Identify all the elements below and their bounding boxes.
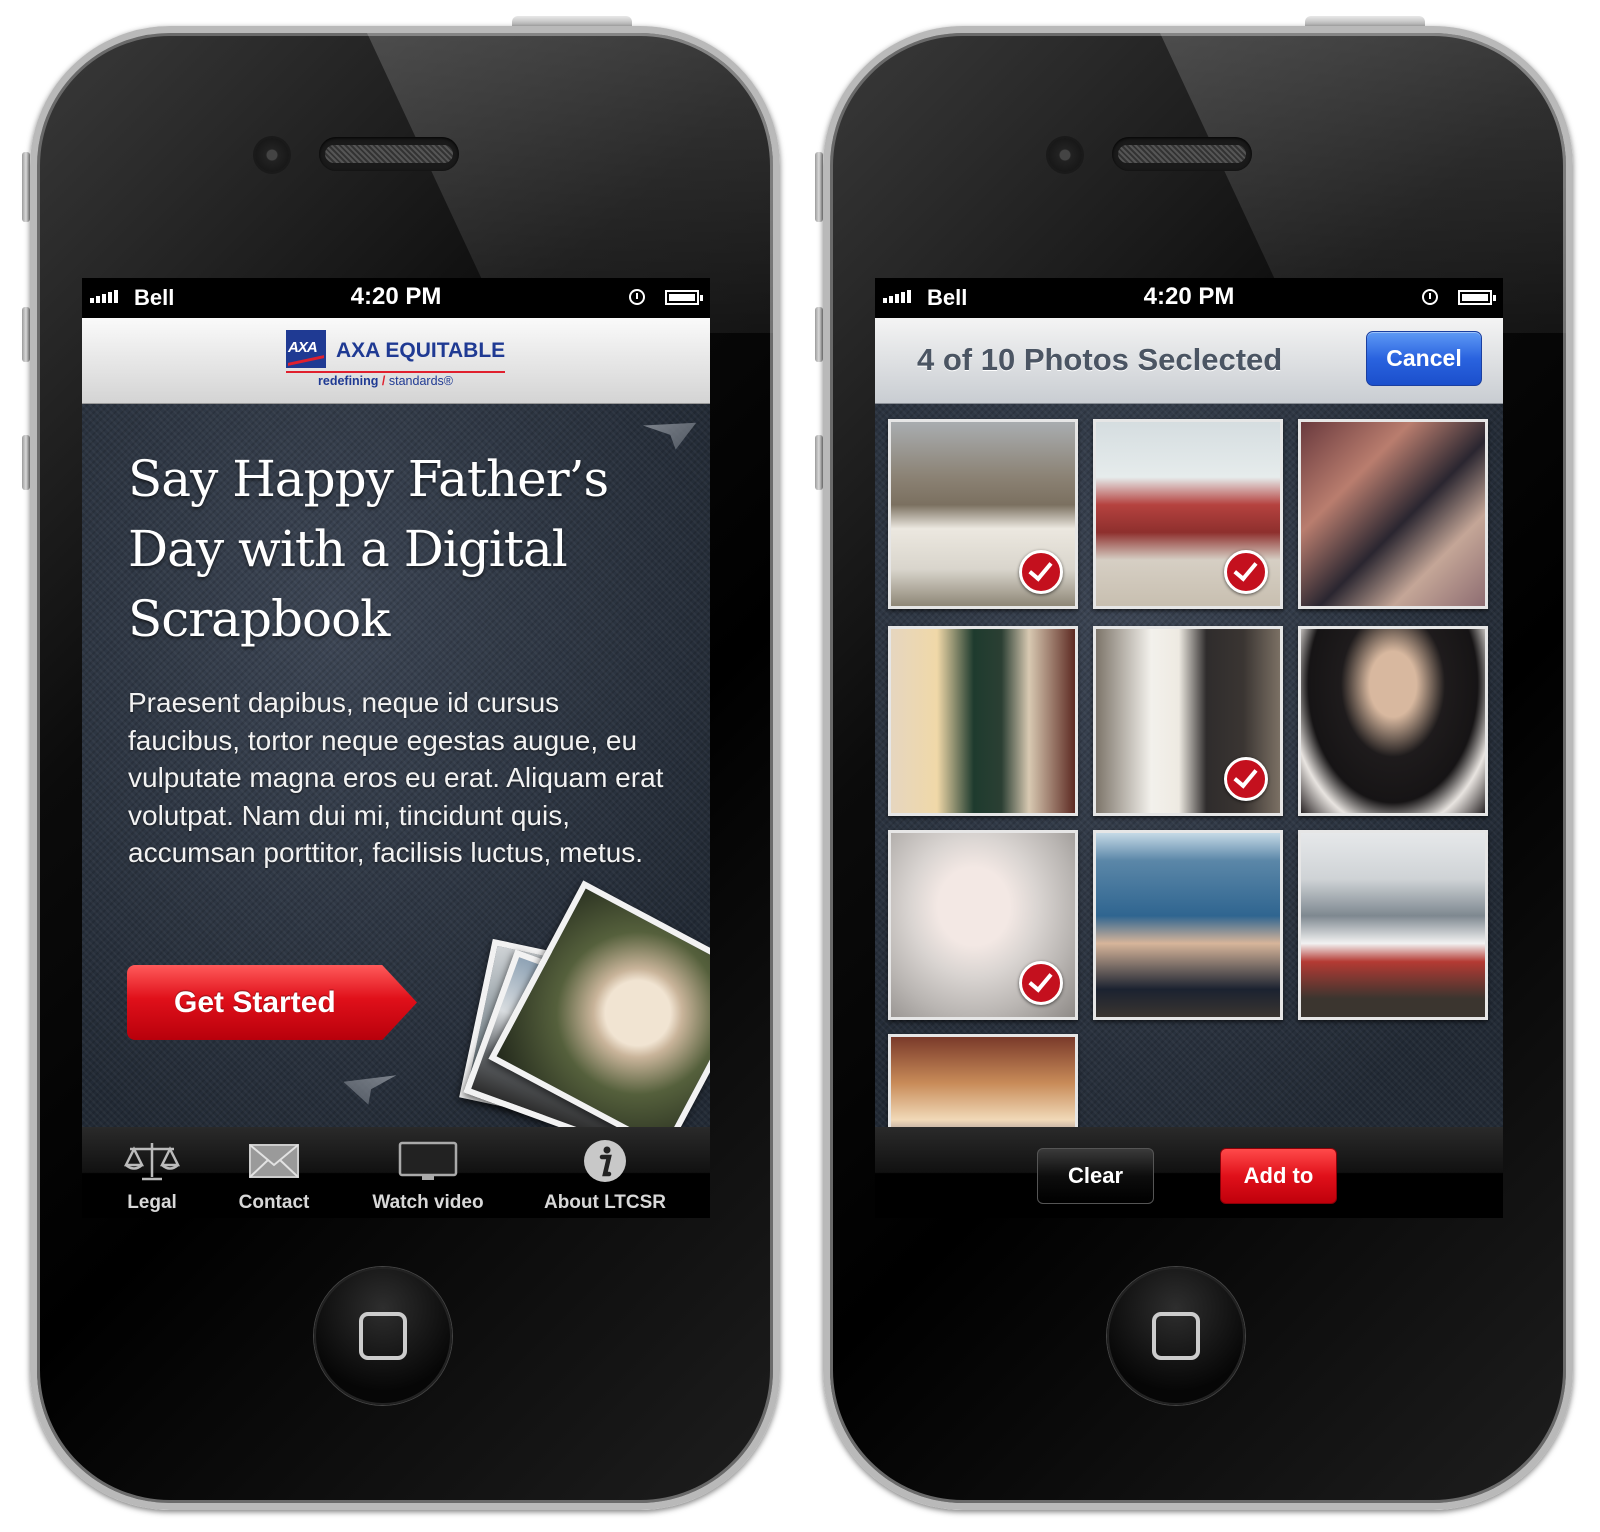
brand-header: AXA AXA EQUITABLE redefining / standards…	[82, 318, 710, 404]
welcome-panel: Say Happy Father’s Day with a Digital Sc…	[82, 404, 710, 1155]
paper-plane-decoration-2	[343, 1064, 402, 1110]
tab-watch-video-label: Watch video	[372, 1192, 484, 1213]
status-time: 4:20 PM	[1143, 283, 1235, 310]
brand-tagline: redefining / standards®	[318, 374, 453, 388]
volume-up-button	[815, 307, 823, 362]
volume-down-button	[22, 435, 30, 490]
scales-icon	[122, 1139, 182, 1183]
status-time: 4:20 PM	[350, 283, 442, 310]
mute-switch	[22, 152, 30, 222]
envelope-icon	[244, 1139, 304, 1183]
info-icon	[575, 1139, 635, 1183]
screen: Bell 4:20 PM AXA AXA EQUITABLE redefinin…	[82, 278, 710, 1218]
photo-thumbnail[interactable]	[1093, 419, 1283, 609]
page-title: Say Happy Father’s Day with a Digital Sc…	[128, 450, 609, 648]
home-button[interactable]	[314, 1267, 452, 1405]
tab-contact-label: Contact	[238, 1192, 310, 1213]
selected-check-icon	[1019, 550, 1063, 594]
selection-count-title: 4 of 10 Photos Seclected	[917, 342, 1283, 377]
home-square-icon	[1152, 1312, 1200, 1360]
battery-icon	[1458, 290, 1496, 305]
front-camera	[1048, 138, 1082, 172]
get-started-button[interactable]: Get Started	[127, 965, 417, 1040]
photo-thumbnail[interactable]	[1093, 626, 1283, 816]
tab-about[interactable]: About LTCSR	[542, 1127, 668, 1218]
photo-thumbnail[interactable]	[888, 830, 1078, 1020]
photo-grid	[875, 404, 1503, 1218]
iphone-left: Bell 4:20 PM AXA AXA EQUITABLE redefinin…	[22, 12, 792, 1517]
iphone-right: Bell 4:20 PM 4 of 10 Photos Seclected Ca…	[815, 12, 1585, 1517]
photo-thumbnail[interactable]	[1298, 626, 1488, 816]
photo-thumbnail[interactable]	[888, 626, 1078, 816]
tab-contact[interactable]: Contact	[232, 1127, 316, 1218]
status-bar: Bell 4:20 PM	[875, 278, 1503, 318]
volume-down-button	[815, 435, 823, 490]
photo-thumbnail[interactable]	[1298, 830, 1488, 1020]
selected-check-icon	[1019, 961, 1063, 1005]
photo-picker-navbar: 4 of 10 Photos Seclected Cancel	[875, 318, 1503, 404]
photo-stack-illustration	[444, 880, 710, 1155]
brand-underline	[286, 371, 505, 373]
add-to-button[interactable]: Add to	[1220, 1148, 1337, 1204]
photo-thumbnail[interactable]	[1298, 419, 1488, 609]
tab-watch-video[interactable]: Watch video	[367, 1127, 489, 1218]
tab-legal-label: Legal	[127, 1192, 177, 1213]
earpiece-speaker	[319, 137, 459, 171]
screen: Bell 4:20 PM 4 of 10 Photos Seclected Ca…	[875, 278, 1503, 1218]
volume-up-button	[22, 307, 30, 362]
selected-check-icon	[1224, 757, 1268, 801]
brand-name: AXA EQUITABLE	[336, 339, 506, 362]
axa-logo-icon: AXA	[286, 330, 326, 368]
photo-thumbnail[interactable]	[888, 419, 1078, 609]
photo-thumbnail[interactable]	[1093, 830, 1283, 1020]
earpiece-speaker	[1112, 137, 1252, 171]
clear-button[interactable]: Clear	[1037, 1148, 1154, 1204]
paper-plane-decoration	[640, 414, 696, 453]
cancel-button[interactable]: Cancel	[1366, 331, 1482, 386]
intro-text: Praesent dapibus, neque id cursus faucib…	[128, 687, 664, 868]
selected-check-icon	[1224, 550, 1268, 594]
alarm-icon	[629, 289, 645, 305]
home-square-icon	[359, 1312, 407, 1360]
mute-switch	[815, 152, 823, 222]
status-bar: Bell 4:20 PM	[82, 278, 710, 318]
tab-bar: Legal Contact Watch video About LTCSR	[82, 1127, 710, 1218]
front-camera	[255, 138, 289, 172]
battery-icon	[665, 290, 703, 305]
selection-toolbar: Clear Add to	[875, 1127, 1503, 1218]
tab-legal[interactable]: Legal	[112, 1127, 192, 1218]
tab-about-label: About LTCSR	[543, 1192, 667, 1213]
home-button[interactable]	[1107, 1267, 1245, 1405]
alarm-icon	[1422, 289, 1438, 305]
monitor-icon	[398, 1139, 458, 1183]
